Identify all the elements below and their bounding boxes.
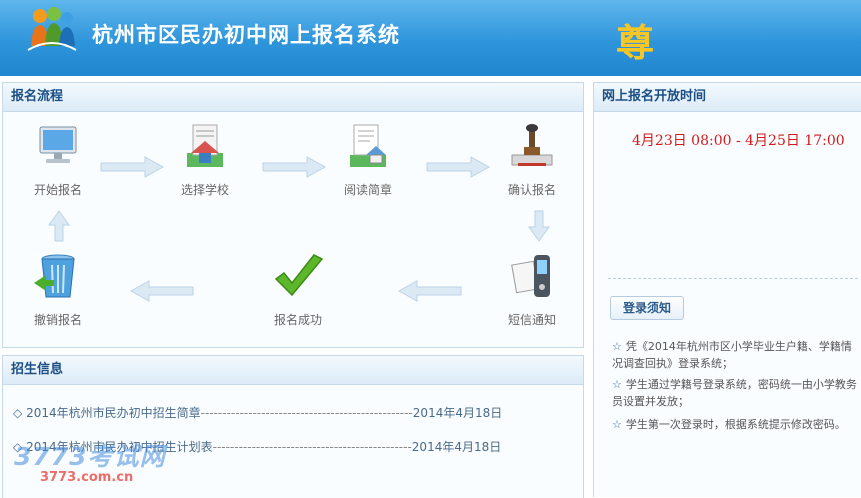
registration-flow-panel: 报名流程 开始报名 选择学校 阅读简章 确认报名 短信通知 报名成功 撤销报名 xyxy=(2,82,584,348)
info-item[interactable]: ◇ 2014年杭州市民办初中招生简章----------------------… xyxy=(13,404,502,421)
notice-rule-text: 学生第一次登录时，根据系统提示修改密码。 xyxy=(625,418,846,431)
arrow-up-icon xyxy=(48,210,70,242)
step-label: 选择学校 xyxy=(180,183,229,197)
step-label: 短信通知 xyxy=(507,313,556,327)
open-time-range: 4月23日 08:00 - 4月25日 17:00 xyxy=(632,133,845,149)
arrow-left-icon xyxy=(397,280,462,302)
checkmark-icon xyxy=(270,249,326,305)
step-label: 撤销报名 xyxy=(33,313,82,327)
stamp-icon xyxy=(504,119,560,175)
info-item-title[interactable]: 2014年杭州市民办初中招生简章 xyxy=(26,406,201,420)
arrow-right-icon xyxy=(426,156,491,178)
arrow-right-icon xyxy=(100,156,165,178)
step-registration-success[interactable]: 报名成功 xyxy=(253,249,343,328)
info-item-dash: ----------------------------------------… xyxy=(212,440,412,454)
notice-rule: ☆ 凭《2014年杭州市区小学毕业生户籍、学籍情况调查回执》登录系统； xyxy=(612,338,858,372)
step-cancel-registration[interactable]: 撤销报名 xyxy=(13,249,103,328)
step-label: 报名成功 xyxy=(273,313,322,327)
recycle-bin-icon xyxy=(30,249,86,305)
watermark-url: 3773.com.cn xyxy=(40,470,134,485)
notice-rule: ☆ 学生第一次登录时，根据系统提示修改密码。 xyxy=(612,416,858,433)
star-bullet-icon: ☆ xyxy=(612,418,622,431)
honor-glyph: 尊 xyxy=(616,20,655,65)
notice-rule-text: 学生通过学籍号登录系统，密码统一由小学教务员设置并发放； xyxy=(612,378,857,408)
star-bullet-icon: ☆ xyxy=(612,378,622,391)
step-start-registration[interactable]: 开始报名 xyxy=(13,119,103,198)
arrow-right-icon xyxy=(262,156,327,178)
step-read-brochure[interactable]: 阅读简章 xyxy=(323,119,413,198)
login-notice-button[interactable]: 登录须知 xyxy=(610,296,684,320)
monitor-icon xyxy=(30,119,86,175)
notice-rule-text: 凭《2014年杭州市区小学毕业生户籍、学籍情况调查回执》登录系统； xyxy=(612,340,852,370)
info-item-date: 2014年4月18日 xyxy=(411,440,502,454)
step-label: 阅读简章 xyxy=(343,183,392,197)
step-confirm-registration[interactable]: 确认报名 xyxy=(487,119,577,198)
info-item-dash: ----------------------------------------… xyxy=(200,406,413,420)
open-time-heading: 网上报名开放时间 xyxy=(594,82,861,112)
arrow-down-icon xyxy=(528,210,550,242)
document-house-icon xyxy=(340,119,396,175)
step-label: 确认报名 xyxy=(507,183,556,197)
school-building-icon xyxy=(177,119,233,175)
step-choose-school[interactable]: 选择学校 xyxy=(160,119,250,198)
info-heading: 招生信息 xyxy=(3,356,583,385)
mobile-phone-icon xyxy=(504,249,560,305)
info-item-date: 2014年4月18日 xyxy=(412,406,503,420)
logo-people-icon xyxy=(27,7,77,51)
open-time-panel: 网上报名开放时间 4月23日 08:00 - 4月25日 17:00 登录须知 … xyxy=(593,82,861,497)
step-sms-notice[interactable]: 短信通知 xyxy=(487,249,577,328)
divider xyxy=(608,278,858,279)
arrow-left-icon xyxy=(129,280,194,302)
notice-rule: ☆ 学生通过学籍号登录系统，密码统一由小学教务员设置并发放； xyxy=(612,376,858,410)
header-banner: 杭州市区民办初中网上报名系统 尊 xyxy=(0,0,861,76)
diamond-bullet-icon: ◇ xyxy=(13,406,23,420)
step-label: 开始报名 xyxy=(33,183,82,197)
watermark-logo: 3773考试网 xyxy=(14,442,166,471)
flow-heading: 报名流程 xyxy=(3,83,583,112)
site-title: 杭州市区民办初中网上报名系统 xyxy=(92,23,400,47)
star-bullet-icon: ☆ xyxy=(612,340,622,353)
